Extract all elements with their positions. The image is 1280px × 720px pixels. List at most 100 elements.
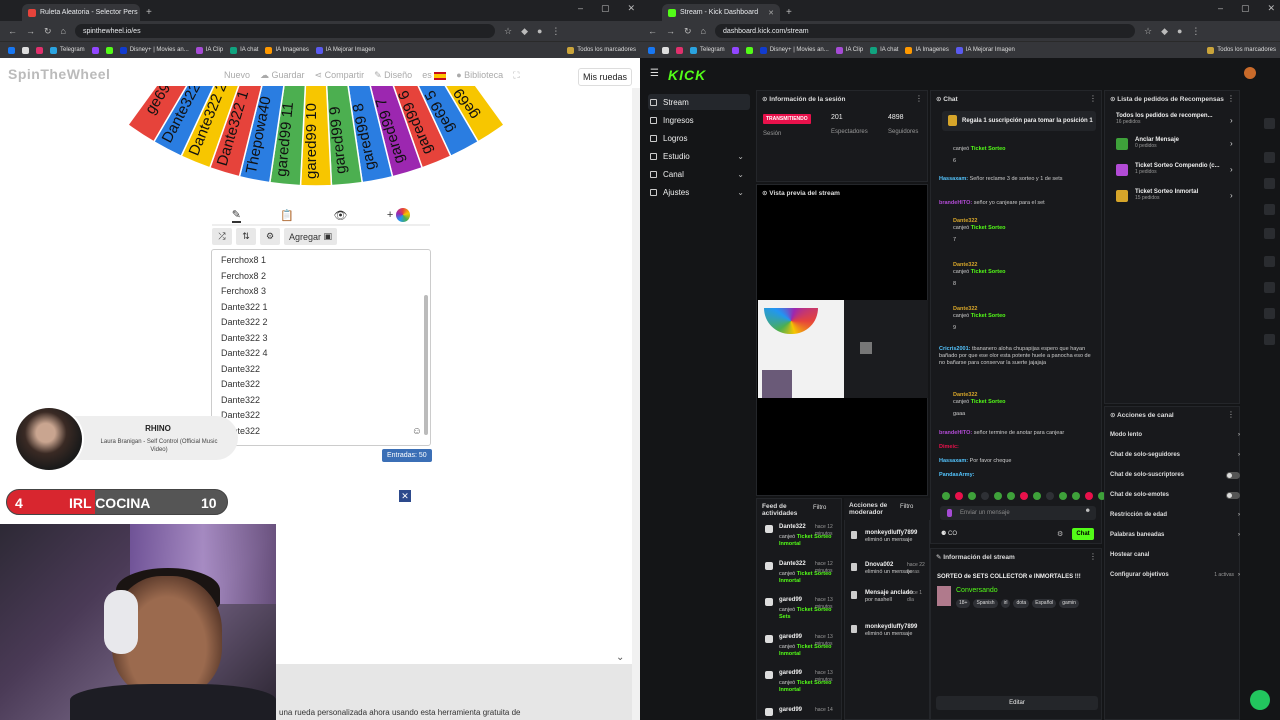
- chat-message[interactable]: Dante322 canjeó Ticket Sorteo gaaa: [939, 392, 1094, 418]
- chat-username[interactable]: Dante322: [939, 392, 1094, 399]
- all-rewards-item[interactable]: Todos los pedidos de recompen... 16 pedid…: [1116, 113, 1213, 125]
- twitch-bookmark-icon[interactable]: [731, 46, 739, 54]
- nav-save[interactable]: ☁ Guardar: [260, 70, 305, 81]
- mod-action-user[interactable]: monkeydluffy7899: [865, 530, 927, 537]
- bookmark-telegram[interactable]: Telegram: [690, 46, 725, 54]
- forward-icon[interactable]: →: [666, 26, 675, 36]
- chat-message[interactable]: brandeHITO: señor yo canjeare para el se…: [939, 200, 1094, 207]
- channel-action-item[interactable]: Chat de solo-emotes: [1110, 492, 1240, 499]
- spin-wheel[interactable]: ge69 4 ge69 5 gared99 6 gared99 7 gared99 8g…: [106, 86, 526, 186]
- fullscreen-icon[interactable]: ⛶: [513, 70, 519, 81]
- bookmark-ia-mejorar[interactable]: IA Mejorar Imagen: [955, 46, 1015, 54]
- chat-message[interactable]: Hassaxam: Señor reclame 3 de sorteo y 1 …: [939, 176, 1094, 183]
- menu-icon[interactable]: ⋮: [551, 26, 560, 37]
- extensions-icon[interactable]: ◆: [521, 26, 528, 37]
- right-active-tab[interactable]: Stream - Kick Dashboard ✕: [662, 4, 780, 21]
- chat-message[interactable]: Dimeic:: [939, 444, 1094, 451]
- chevron-right-icon[interactable]: ›: [1230, 116, 1233, 125]
- kick-logo[interactable]: KICK: [668, 67, 706, 83]
- chat-send-button[interactable]: Chat: [1072, 528, 1094, 540]
- facebook-bookmark-icon[interactable]: [648, 46, 655, 54]
- chat-menu-icon[interactable]: ⋮: [1089, 94, 1097, 103]
- emote-icon[interactable]: [1033, 492, 1041, 500]
- channel-actions-menu-icon[interactable]: ⋮: [1227, 410, 1235, 419]
- sort-button[interactable]: ⇅: [236, 228, 256, 245]
- entry-line[interactable]: Dante322: [221, 364, 260, 374]
- bookmark-telegram[interactable]: Telegram: [50, 46, 85, 54]
- emote-icon[interactable]: [942, 492, 950, 500]
- channel-action-item[interactable]: Hostear canal: [1110, 552, 1240, 558]
- rewards-menu-icon[interactable]: ⋮: [1227, 94, 1235, 103]
- kick-bookmark-icon[interactable]: [105, 46, 113, 54]
- entry-line[interactable]: Dante322 4: [221, 348, 268, 358]
- quick-tool-icon[interactable]: [1264, 256, 1275, 267]
- profile-avatar-icon[interactable]: ●: [1177, 26, 1182, 36]
- stream-preview-video[interactable]: [758, 300, 928, 398]
- left-page-scrollbar[interactable]: [632, 88, 640, 720]
- profile-avatar-icon[interactable]: ●: [537, 26, 542, 36]
- quick-tool-icon[interactable]: [1264, 228, 1275, 239]
- entry-line[interactable]: Ferchox8 1: [221, 255, 266, 265]
- pinned-message[interactable]: Regala 1 suscripción para tomar la posic…: [942, 111, 1096, 131]
- chat-message[interactable]: PandasArmy:: [939, 472, 1094, 479]
- entries-scrollbar[interactable]: [424, 295, 428, 435]
- minimize-icon[interactable]: –: [578, 3, 583, 14]
- entry-line[interactable]: Dante322 1: [221, 302, 268, 312]
- left-url-field[interactable]: spinthewheel.io/es: [74, 24, 495, 38]
- emote-icon[interactable]: [1072, 492, 1080, 500]
- channel-action-item[interactable]: Chat de solo-suscriptores: [1110, 472, 1240, 479]
- extensions-icon[interactable]: ◆: [1161, 26, 1168, 37]
- back-icon[interactable]: ←: [8, 26, 17, 36]
- add-color-icon[interactable]: +: [387, 208, 411, 222]
- twitch-bookmark-icon[interactable]: [91, 46, 99, 54]
- quick-tool-icon[interactable]: [1264, 152, 1275, 163]
- edit-stream-button[interactable]: Editar: [936, 696, 1098, 710]
- stream-tag[interactable]: irl: [1000, 598, 1011, 608]
- emote-icon[interactable]: [981, 492, 989, 500]
- chat-settings-icon[interactable]: ⚙: [1057, 530, 1063, 538]
- chat-message[interactable]: Cricris2001: tbananero aloha chupapijas …: [939, 346, 1094, 367]
- bookmark-disney[interactable]: Disney+ | Movies an...: [759, 46, 829, 54]
- channel-action-item[interactable]: Configurar objetivos 1 activas ›: [1110, 572, 1240, 578]
- overlay-close-icon[interactable]: ✕: [399, 490, 411, 502]
- chat-username[interactable]: Dante322: [939, 306, 1094, 313]
- stream-tag[interactable]: gamin: [1059, 598, 1079, 608]
- sidebar-item-ingresos[interactable]: Ingresos: [648, 112, 750, 128]
- chat-message[interactable]: Dante322 canjeó Ticket Sorteo 9: [939, 306, 1094, 332]
- chat-username[interactable]: brandeHITO:: [939, 430, 972, 436]
- user-avatar[interactable]: [1244, 67, 1256, 79]
- sidebar-item-estudio[interactable]: Estudio ⌄: [648, 148, 750, 164]
- chat-message[interactable]: brandeHITO: señor termine de anotar para…: [939, 430, 1094, 437]
- close-window-icon[interactable]: ✕: [628, 3, 636, 14]
- bookmark-ia-chat[interactable]: IA chat: [870, 46, 898, 54]
- channel-action-item[interactable]: Restricción de edad ›: [1110, 512, 1240, 518]
- emoji-picker-icon[interactable]: ☻: [1085, 508, 1091, 514]
- chevron-right-icon[interactable]: ›: [1230, 139, 1233, 148]
- edit-entries-icon[interactable]: ✎: [231, 208, 241, 223]
- chat-username[interactable]: Hassaxam:: [939, 458, 968, 464]
- mod-filter-button[interactable]: Filtro: [900, 504, 913, 510]
- bookmark-all[interactable]: Todos los marcadores: [567, 46, 636, 54]
- new-tab-icon[interactable]: +: [786, 4, 792, 21]
- bookmark-disney[interactable]: Disney+ | Movies an...: [119, 46, 189, 54]
- activity-filter-button[interactable]: Filtro: [813, 505, 826, 511]
- wheel-svg[interactable]: ge69 4ge69 5gared99 6gared99 7gared99 8g…: [106, 86, 526, 186]
- my-wheels-button[interactable]: Mis ruedas: [578, 68, 632, 86]
- chat-message[interactable]: Dante322 canjeó Ticket Sorteo 8: [939, 262, 1094, 288]
- entry-line[interactable]: Ferchox8 2: [221, 271, 266, 281]
- settings-button[interactable]: ⚙: [260, 228, 280, 245]
- emote-icon[interactable]: [994, 492, 1002, 500]
- toggle-switch[interactable]: [1226, 472, 1240, 479]
- left-active-tab[interactable]: Ruleta Aleatoria - Selector Pers ✕: [22, 4, 140, 21]
- mod-action-item[interactable]: monkeydluffy7899 eliminó un mensaje: [851, 530, 927, 544]
- hamburger-menu-icon[interactable]: ☰: [650, 68, 659, 79]
- emote-icon[interactable]: [955, 492, 963, 500]
- activity-item[interactable]: Dante322 hace 12 minutos canjeó Ticket Sor…: [765, 561, 839, 585]
- x-bookmark-icon[interactable]: [22, 46, 29, 54]
- home-icon[interactable]: ⌂: [61, 26, 66, 36]
- forward-icon[interactable]: →: [26, 26, 35, 36]
- quick-tool-icon[interactable]: [1264, 334, 1275, 345]
- chevron-down-icon[interactable]: ⌄: [737, 152, 744, 161]
- emote-icon[interactable]: [1085, 492, 1093, 500]
- instagram-bookmark-icon[interactable]: [676, 46, 683, 54]
